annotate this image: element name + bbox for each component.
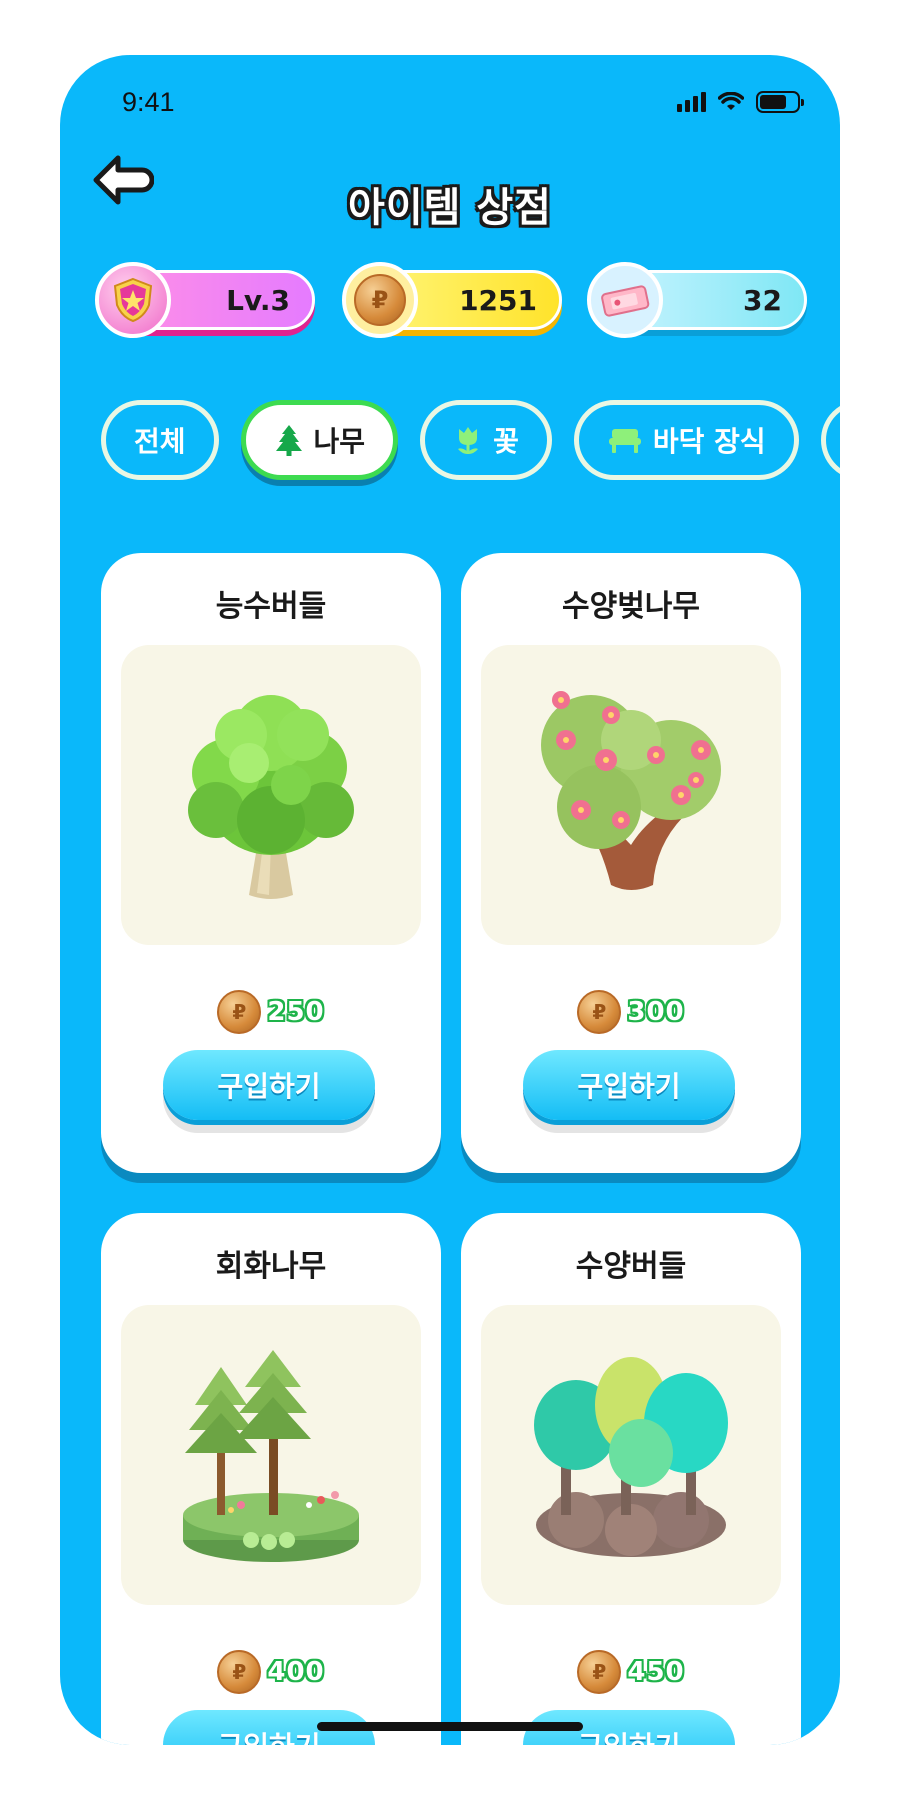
price-value: 450 (627, 1657, 685, 1687)
tree-icon (275, 425, 302, 456)
coin-icon: ₽ (217, 990, 262, 1034)
tab-label: 나무 (313, 425, 366, 458)
bench-icon (608, 429, 641, 453)
item-price: ₽ 250 (101, 990, 441, 1034)
blossom-tree-image (541, 691, 721, 890)
item-card[interactable]: 수양버들 ₽ 450 구입하기 (461, 1213, 801, 1745)
ticket-badge (587, 262, 663, 338)
item-card[interactable]: 회화나무 ₽ 400 구입하기 (101, 1213, 441, 1745)
coin-value: 1251 (459, 283, 537, 317)
item-image (121, 1305, 421, 1605)
tab-more[interactable] (820, 400, 840, 480)
tab-all[interactable]: 전체 (101, 400, 219, 480)
item-image (121, 645, 421, 945)
buy-button[interactable]: 구입하기 (523, 1050, 735, 1120)
level-shield-icon (95, 262, 171, 338)
tab-label: 바닥 장식 (652, 425, 766, 458)
item-price: ₽ 300 (461, 990, 801, 1034)
page-title: 아이템 상점 (348, 185, 552, 231)
tab-tree[interactable]: 나무 (240, 400, 399, 480)
price-value: 250 (267, 997, 325, 1027)
pine-island-image (183, 1350, 359, 1562)
coin-icon: ₽ (354, 274, 406, 326)
ticket-value: 32 (743, 283, 782, 317)
tab-flower[interactable]: 꽃 (420, 400, 552, 480)
flower-icon (458, 427, 479, 454)
signal-icon (677, 92, 706, 112)
coin-icon: ₽ (577, 1650, 622, 1694)
item-name: 수양버들 (575, 1249, 687, 1284)
item-card[interactable]: 능수버들 ₽ 250 구입하기 (101, 553, 441, 1173)
category-tabs: 전체 나무 꽃 바닥 장식 (101, 400, 840, 480)
round-green-tree-image (188, 695, 354, 899)
item-name: 수양벚나무 (562, 589, 700, 624)
price-value: 400 (267, 1657, 325, 1687)
level-value: Lv.3 (226, 283, 290, 317)
coin-icon: ₽ (577, 990, 622, 1034)
item-name: 회화나무 (215, 1249, 327, 1284)
app-screen: 9:41 아이템 상점 Lv.3 1251 ₽ 32 전체 나무 꽃 바닥 장식… (60, 55, 840, 1745)
ticket-icon (601, 285, 650, 317)
tab-floor-decor[interactable]: 바닥 장식 (573, 400, 799, 480)
item-price: ₽ 450 (461, 1650, 801, 1694)
status-time: 9:41 (122, 87, 175, 117)
coin-icon: ₽ (217, 1650, 262, 1694)
item-image (481, 1305, 781, 1605)
item-image (481, 645, 781, 945)
tab-label: 꽃 (493, 425, 519, 458)
battery-icon (756, 91, 804, 113)
item-price: ₽ 400 (101, 1650, 441, 1694)
tab-label: 전체 (134, 425, 186, 458)
item-card[interactable]: 수양벚나무 ₽ 300 구입하기 (461, 553, 801, 1173)
coin-badge: ₽ (342, 262, 418, 338)
buy-button[interactable]: 구입하기 (163, 1050, 375, 1120)
item-name: 능수버들 (215, 589, 327, 624)
home-indicator (317, 1722, 583, 1731)
teal-grove-image (534, 1357, 728, 1557)
wifi-icon (718, 92, 744, 110)
price-value: 300 (627, 997, 685, 1027)
status-icons (677, 91, 804, 113)
